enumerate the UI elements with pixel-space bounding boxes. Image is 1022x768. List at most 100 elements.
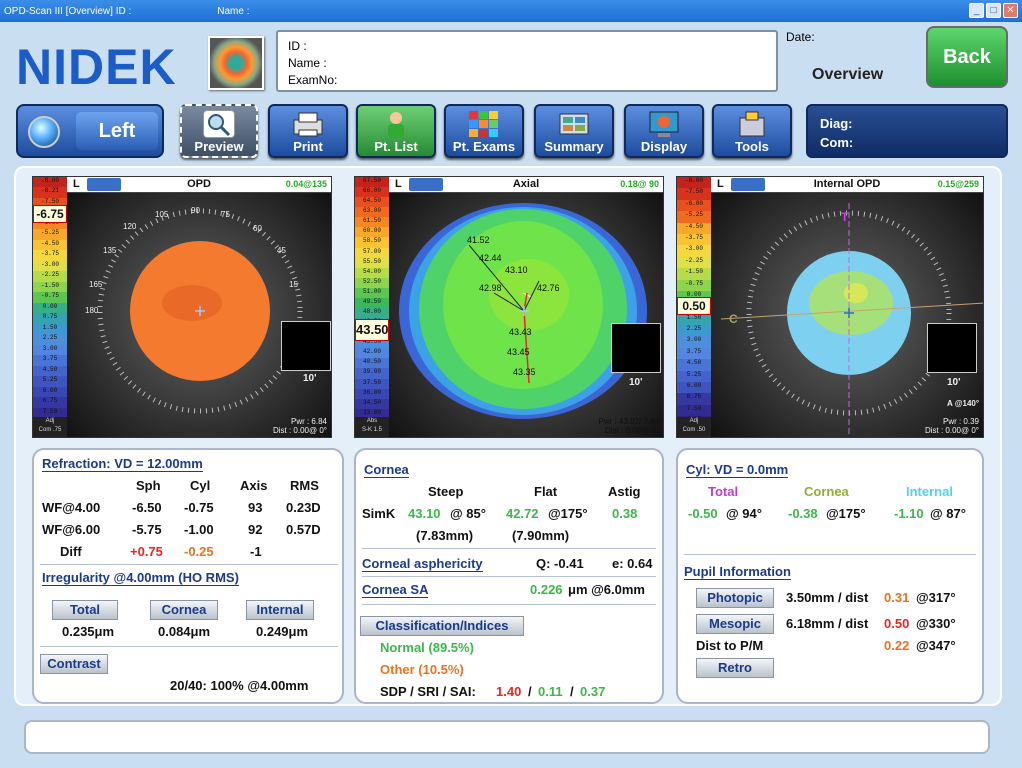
photopic-button[interactable]: Photopic <box>696 588 774 608</box>
internal-opd-map[interactable]: -8.00 -7.50 -6.00 -5.25 -4.50 -3.75 -3.00 -2.25… <box>676 176 984 438</box>
axial-map-header: L Axial 0.18@ 90 <box>389 177 663 193</box>
cyl-cornea-value: -0.38 <box>788 506 818 521</box>
scale-step: 49.50 <box>355 297 389 309</box>
cyl-total-value: -0.50 <box>688 506 718 521</box>
scale-step: 48.00 <box>355 308 389 319</box>
scale-step: 60.00 <box>355 227 389 238</box>
opd-pwr: Pwr : 6.84 <box>290 417 327 426</box>
preview-label: Preview <box>194 139 244 154</box>
opd-adj-label: Adj <box>45 418 55 424</box>
opd-map[interactable]: -8.00-8.21-7.50-6.75-6.00-5.25-4.50-3.75… <box>32 176 332 438</box>
internal-button[interactable]: Internal <box>246 600 314 620</box>
scale-step: 51.00 <box>355 287 389 298</box>
scale-step: -7.50 <box>677 188 711 200</box>
internal-opd-footer: Pwr : 0.39 Dist : 0.00@ 0° <box>925 417 979 435</box>
axial-map[interactable]: 67.50 66.00 64.50 63.00 61.50 60.00 58.50 57.00… <box>354 176 664 438</box>
scale-step: -3.00 <box>33 260 67 272</box>
retro-button[interactable]: Retro <box>696 658 774 678</box>
axis-value: 93 <box>248 500 263 515</box>
tools-label: Tools <box>735 139 769 154</box>
divider <box>684 554 976 555</box>
preview-button[interactable]: Preview <box>180 104 258 158</box>
toolbar: Left Preview Print Pt. List Pt. Exams Su… <box>12 100 1010 160</box>
axial-adj-label: Abs <box>366 418 378 424</box>
axial-label-6: 43.43 <box>509 327 532 337</box>
normal-classification: Normal (89.5%) <box>380 640 474 655</box>
pt-list-button[interactable]: Pt. List <box>356 104 436 158</box>
svg-text:180: 180 <box>85 306 99 315</box>
print-button[interactable]: Print <box>268 104 348 158</box>
mesopic-button[interactable]: Mesopic <box>696 614 774 634</box>
internal-opd-pwr: Pwr : 0.39 <box>942 417 979 426</box>
axial-label-4: 42.98 <box>479 283 502 293</box>
axial-pupil-thumbnail <box>611 323 661 373</box>
scale-step: -2.25 <box>677 256 711 269</box>
opd-selected-value: -6.75 <box>33 205 67 223</box>
cyl-header: Cyl <box>190 478 211 493</box>
scale-step: 54.00 <box>355 267 389 278</box>
q-value: Q: -0.41 <box>536 556 584 571</box>
flat-axis: @175° <box>548 506 588 521</box>
simk-label: SimK <box>362 506 396 521</box>
scale-step: 67.50 <box>355 177 389 188</box>
cyl-value: -1.00 <box>184 522 214 537</box>
svg-text:135: 135 <box>103 246 117 255</box>
back-button[interactable]: Back <box>926 26 1008 88</box>
scale-step: 1.50 <box>677 313 711 326</box>
divider <box>40 564 338 565</box>
contrast-button[interactable]: Contrast <box>40 654 108 674</box>
scale-step: 58.50 <box>355 237 389 248</box>
scale-step: 6.75 <box>677 393 711 405</box>
status-bar <box>24 720 990 754</box>
scale-step: 6.00 <box>677 382 711 394</box>
diagnosis-box[interactable]: Diag: Com: <box>806 104 1008 158</box>
scale-step: 5.25 <box>677 370 711 383</box>
axial-dist: Dist : 0.00@ 0° <box>604 426 659 435</box>
pt-list-label: Pt. List <box>374 139 418 154</box>
classification-button[interactable]: Classification/Indices <box>360 616 524 636</box>
axial-label-7: 43.45 <box>507 347 530 357</box>
minimize-icon[interactable]: _ <box>969 3 984 18</box>
cornea-sa-title: Cornea SA <box>362 582 429 598</box>
summary-button[interactable]: Summary <box>534 104 614 158</box>
summary-label: Summary <box>544 139 604 154</box>
opd-footer: Pwr : 6.84 Dist : 0.00@ 0° <box>273 417 327 435</box>
eye-icon <box>28 116 60 148</box>
scale-step: -3.75 <box>33 250 67 261</box>
axial-selected-value: 43.50 <box>355 319 389 341</box>
scale-step: 39.00 <box>355 368 389 379</box>
cornea-rms-value: 0.084μm <box>158 624 211 639</box>
pupil-info-title: Pupil Information <box>684 564 791 580</box>
steep-header: Steep <box>428 484 464 499</box>
divider <box>362 576 656 577</box>
svg-text:165: 165 <box>89 280 103 289</box>
display-label: Display <box>640 139 688 154</box>
scale-step: 3.75 <box>677 347 711 360</box>
display-button[interactable]: Display <box>624 104 704 158</box>
scale-step: 0.75 <box>33 313 67 324</box>
close-icon[interactable]: ✕ <box>1003 3 1018 18</box>
pt-exams-button[interactable]: Pt. Exams <box>444 104 524 158</box>
diff-cyl-value: -0.25 <box>184 544 214 559</box>
scale-step: 2.25 <box>677 325 711 337</box>
rms-value: 0.57D <box>286 522 321 537</box>
flat-radius: (7.90mm) <box>512 528 570 543</box>
diff-label: Diff <box>60 544 82 559</box>
scale-step: -8.00 <box>677 177 711 189</box>
internal-opd-map-header: L Internal OPD 0.15@259 <box>711 177 983 193</box>
cyl-total-header: Total <box>708 484 739 499</box>
scale-step: -8.00 <box>33 177 67 188</box>
scale-step: 52.50 <box>355 277 389 288</box>
maximize-icon[interactable]: □ <box>986 3 1001 18</box>
cornea-button[interactable]: Cornea <box>150 600 218 620</box>
eye-select-button[interactable]: Left <box>16 104 164 158</box>
opd-thumb-label: 10' <box>303 373 317 384</box>
title-bar: OPD-Scan III [Overview] ID : Name : _ □ … <box>0 0 1022 22</box>
scale-step: 3.00 <box>33 344 67 356</box>
scale-step: 61.50 <box>355 217 389 228</box>
tools-button[interactable]: Tools <box>712 104 792 158</box>
date-label: Date: <box>786 30 815 44</box>
svg-text:120: 120 <box>123 222 137 231</box>
axial-com-label: S-K 1.5 <box>361 427 382 433</box>
total-button[interactable]: Total <box>52 600 118 620</box>
